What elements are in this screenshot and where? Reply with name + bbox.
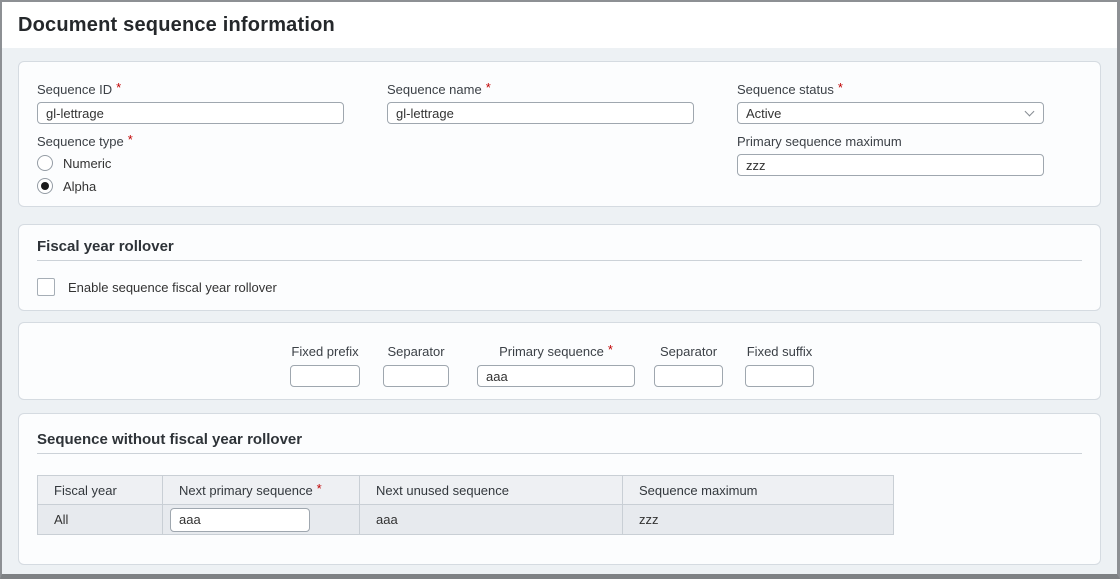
chevron-down-icon — [1025, 106, 1035, 116]
sequence-id-input[interactable] — [37, 102, 344, 124]
enable-rollover-checkbox[interactable] — [37, 278, 55, 296]
separator-2-label: Separator — [660, 344, 717, 359]
radio-alpha-label: Alpha — [63, 179, 96, 194]
cell-next-unused-sequence: aaa — [360, 505, 623, 535]
enable-rollover-row[interactable]: Enable sequence fiscal year rollover — [37, 278, 1082, 296]
fiscal-rollover-section-title: Fiscal year rollover — [37, 238, 1082, 255]
sequence-type-option-alpha[interactable]: Alpha — [37, 177, 344, 195]
required-asterisk: * — [608, 342, 613, 357]
sequence-info-panel: Sequence ID * Sequence name * Sequence sta… — [18, 61, 1101, 207]
separator-1-field: Separator — [383, 344, 449, 387]
page-content: Sequence ID * Sequence name * Sequence sta… — [2, 48, 1117, 565]
fixed-prefix-input[interactable] — [290, 365, 360, 387]
fixed-prefix-field: Fixed prefix — [290, 344, 360, 387]
sequence-name-field: Sequence name * — [387, 82, 694, 124]
primary-sequence-label: Primary sequence * — [499, 344, 613, 359]
page-header: Document sequence information — [2, 2, 1117, 48]
sequence-format-panel: Fixed prefix Separator Primary sequence *… — [18, 322, 1101, 400]
fixed-prefix-label: Fixed prefix — [291, 344, 358, 359]
enable-rollover-label: Enable sequence fiscal year rollover — [68, 280, 277, 295]
document-sequence-window: Document sequence information Sequence I… — [0, 0, 1120, 579]
fixed-suffix-label: Fixed suffix — [747, 344, 813, 359]
radio-alpha-icon[interactable] — [37, 178, 53, 194]
sequence-id-label-text: Sequence ID — [37, 82, 112, 97]
separator-2-field: Separator — [654, 344, 723, 387]
fixed-suffix-field: Fixed suffix — [745, 344, 814, 387]
cell-fiscal-year: All — [38, 505, 163, 535]
separator-1-label: Separator — [387, 344, 444, 359]
primary-sequence-maximum-field: Primary sequence maximum — [737, 134, 1044, 200]
sequence-name-label-text: Sequence name — [387, 82, 482, 97]
sequence-type-label-text: Sequence type — [37, 134, 124, 149]
sequence-status-value: Active — [746, 106, 781, 121]
cell-next-primary-sequence — [163, 505, 360, 535]
separator-2-input[interactable] — [654, 365, 723, 387]
sequence-name-label: Sequence name * — [387, 82, 694, 97]
section-divider — [37, 453, 1082, 454]
separator-1-input[interactable] — [383, 365, 449, 387]
cell-sequence-maximum: zzz — [623, 505, 894, 535]
sequence-table: Fiscal year Next primary sequence * Next … — [37, 475, 894, 535]
header-sequence-maximum: Sequence maximum — [623, 476, 894, 505]
radio-numeric-label: Numeric — [63, 156, 111, 171]
section-divider — [37, 260, 1082, 261]
no-rollover-section-title: Sequence without fiscal year rollover — [37, 431, 1082, 448]
primary-sequence-field: Primary sequence * — [477, 344, 635, 387]
sequence-status-select[interactable]: Active — [737, 102, 1044, 124]
required-asterisk: * — [128, 132, 133, 147]
page-title: Document sequence information — [18, 14, 335, 37]
header-next-primary-sequence: Next primary sequence * — [163, 476, 360, 505]
primary-sequence-maximum-input[interactable] — [737, 154, 1044, 176]
table-header-row: Fiscal year Next primary sequence * Next … — [38, 476, 894, 505]
primary-sequence-label-text: Primary sequence — [499, 344, 604, 359]
header-next-unused-sequence: Next unused sequence — [360, 476, 623, 505]
table-row: All aaa zzz — [38, 505, 894, 535]
sequence-type-label: Sequence type * — [37, 134, 344, 149]
header-next-primary-sequence-text: Next primary sequence — [179, 483, 313, 498]
sequence-id-field: Sequence ID * — [37, 82, 344, 124]
sequence-without-rollover-panel: Sequence without fiscal year rollover Fi… — [18, 413, 1101, 565]
sequence-status-label: Sequence status * — [737, 82, 1044, 97]
required-asterisk: * — [838, 80, 843, 95]
sequence-type-option-numeric[interactable]: Numeric — [37, 154, 344, 172]
radio-numeric-icon[interactable] — [37, 155, 53, 171]
next-primary-sequence-input[interactable] — [170, 508, 310, 532]
fixed-suffix-input[interactable] — [745, 365, 814, 387]
primary-sequence-input[interactable] — [477, 365, 635, 387]
fiscal-year-rollover-panel: Fiscal year rollover Enable sequence fis… — [18, 224, 1101, 311]
header-fiscal-year: Fiscal year — [38, 476, 163, 505]
sequence-name-input[interactable] — [387, 102, 694, 124]
required-asterisk: * — [486, 80, 491, 95]
sequence-type-field: Sequence type * Numeric Alpha — [37, 134, 344, 200]
sequence-status-label-text: Sequence status — [737, 82, 834, 97]
primary-sequence-maximum-label: Primary sequence maximum — [737, 134, 1044, 149]
required-asterisk: * — [116, 80, 121, 95]
sequence-id-label: Sequence ID * — [37, 82, 344, 97]
spacer-column — [387, 134, 694, 200]
sequence-status-field: Sequence status * Active — [737, 82, 1044, 124]
required-asterisk: * — [317, 481, 322, 496]
